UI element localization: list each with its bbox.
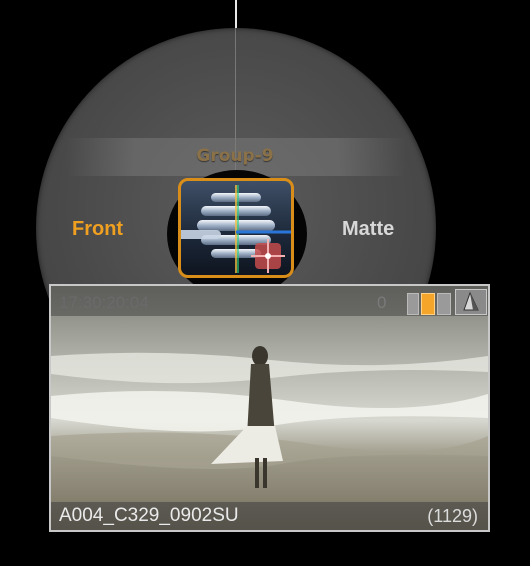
- clip-info-bar: A004_C329_0902SU (1129): [51, 502, 488, 530]
- group-label[interactable]: Group-9: [150, 146, 320, 166]
- active-marker-button[interactable]: [421, 293, 435, 315]
- clip-name: A004_C329_0902SU: [59, 505, 239, 526]
- timecode: 17:30:20:04: [59, 293, 149, 312]
- frame-number: 0: [377, 293, 387, 312]
- viewer-toolbar: 17:30:20:04 0: [51, 286, 488, 316]
- globe-node-icon: [181, 185, 291, 273]
- left-marker-button[interactable]: [407, 293, 419, 315]
- clip-count: (1129): [427, 506, 478, 526]
- matte-option[interactable]: Matte: [342, 218, 394, 241]
- front-option[interactable]: Front: [72, 218, 123, 241]
- right-marker-button[interactable]: [437, 293, 451, 315]
- node-tile[interactable]: [178, 178, 294, 278]
- viewer-options-button[interactable]: [455, 289, 487, 315]
- clip-thumbnail-image: [51, 286, 488, 530]
- triangle-icon: [463, 291, 479, 311]
- clip-viewer[interactable]: 17:30:20:04 0 A004_C329_0902SU (1129): [49, 284, 490, 532]
